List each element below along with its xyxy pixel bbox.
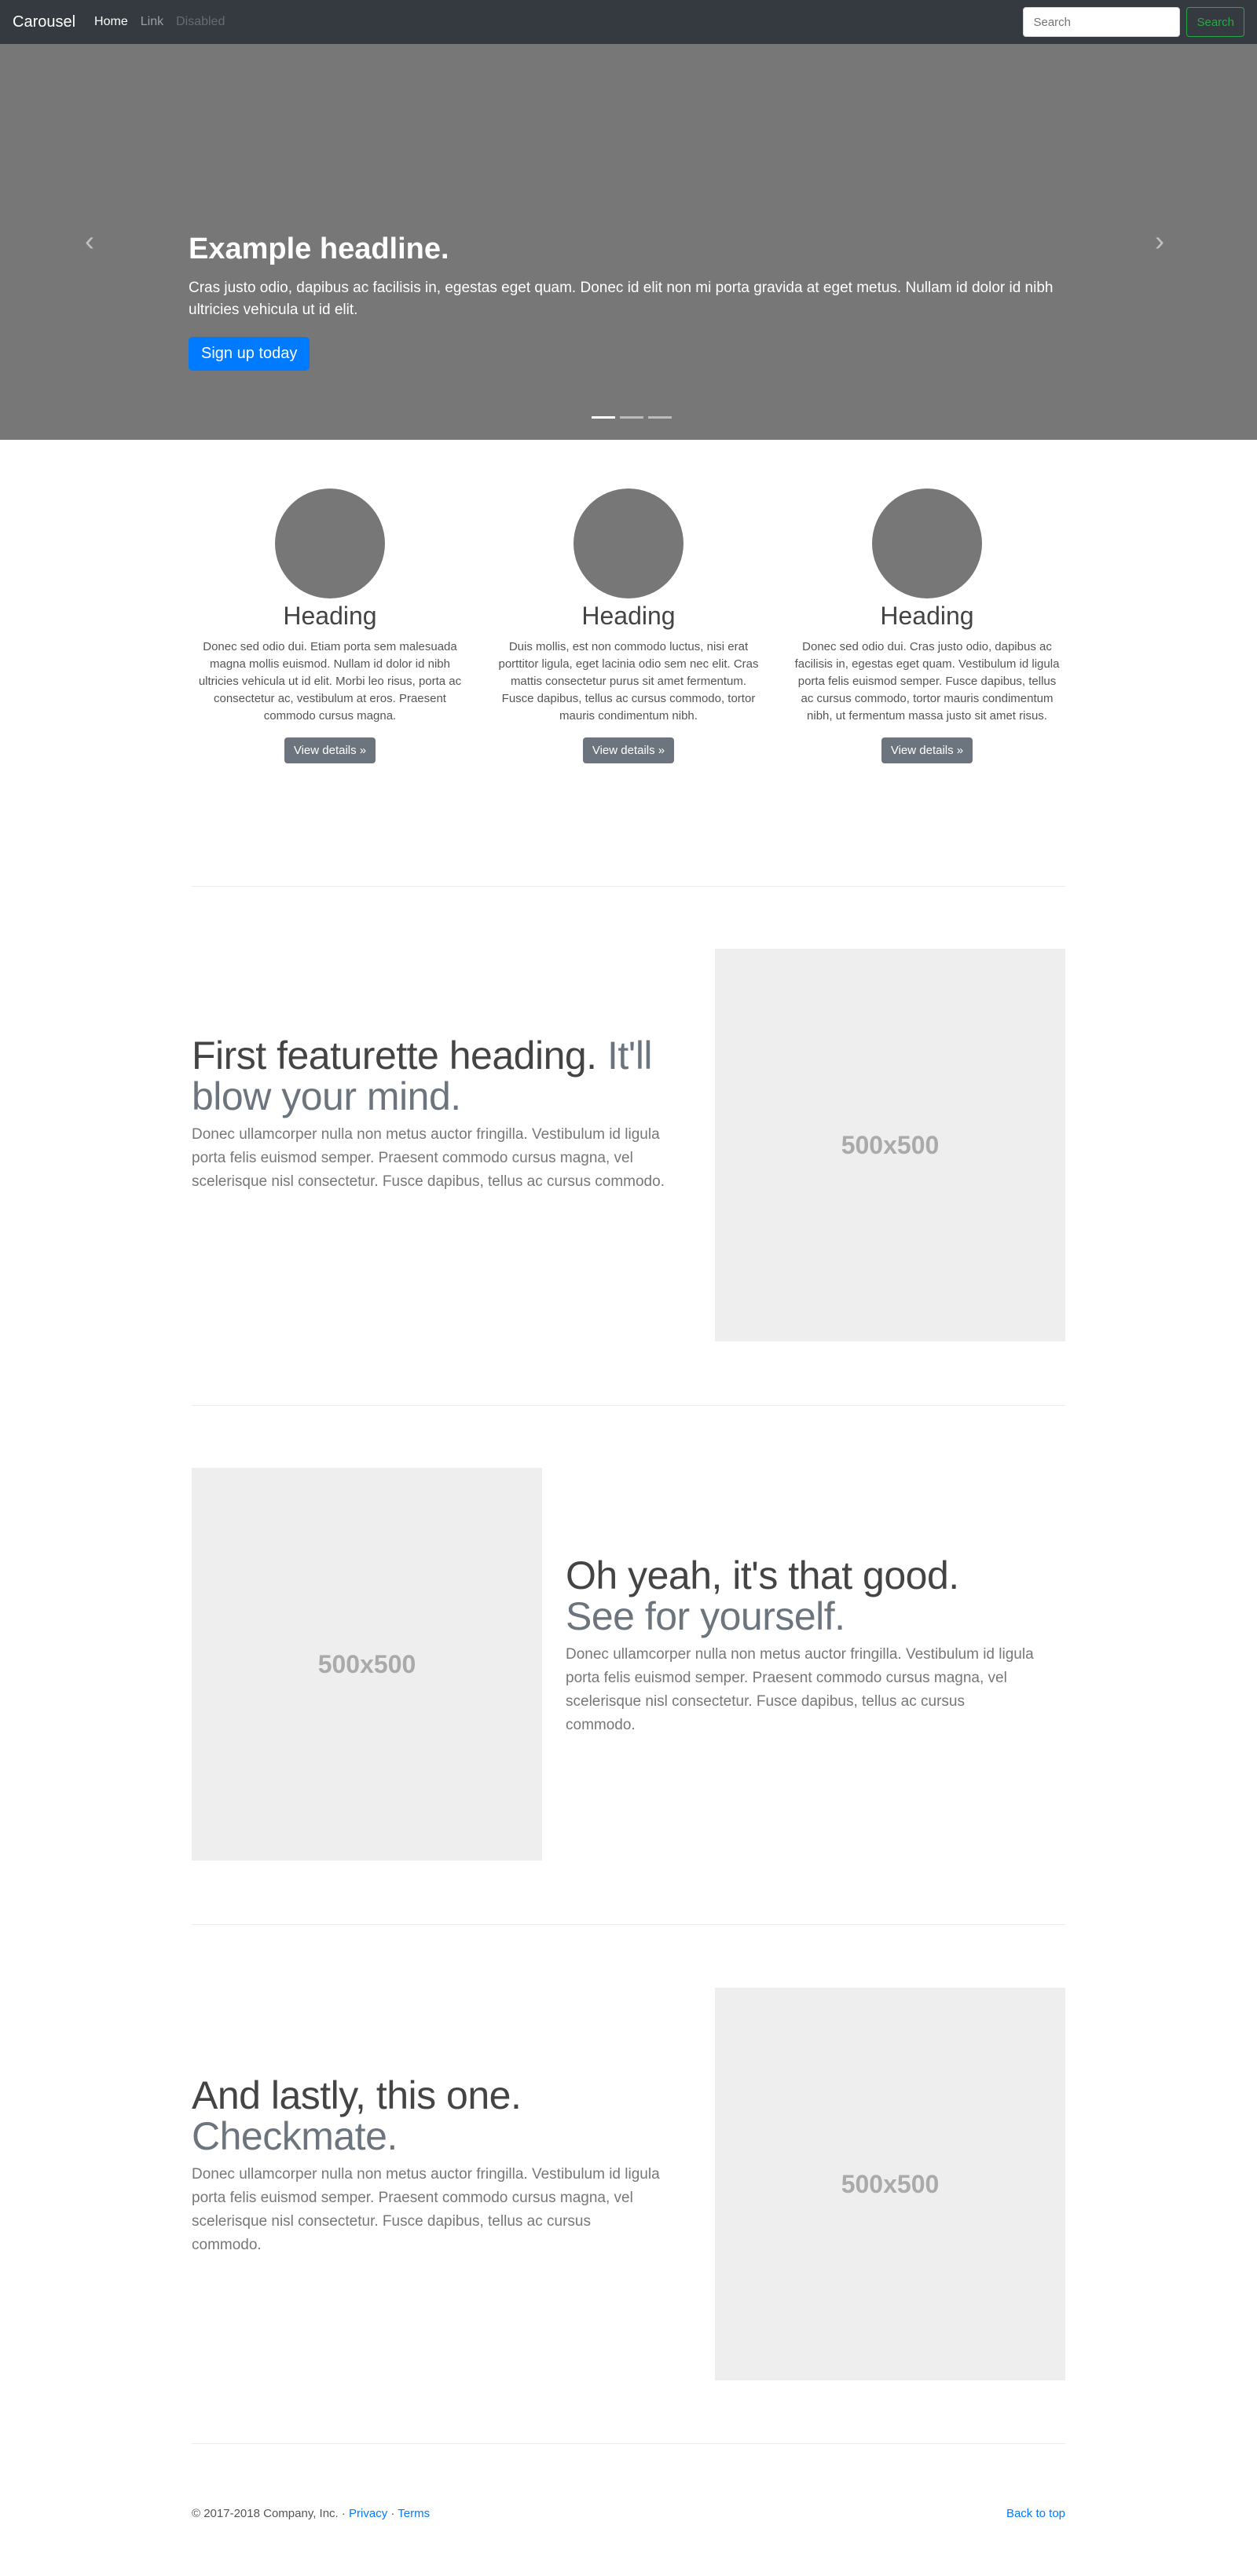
featurette-heading-muted: Checkmate. (192, 2114, 398, 2158)
carousel-indicator-3[interactable] (648, 416, 672, 419)
footer: © 2017-2018 Company, Inc. · Privacy · Te… (192, 2507, 1065, 2520)
circle-placeholder-image (872, 488, 982, 598)
carousel: ‹ › Example headline. Cras justo odio, d… (0, 44, 1257, 440)
featurette-lead: Donec ullamcorper nulla non metus auctor… (192, 1126, 665, 1190)
featurette-divider (192, 886, 1065, 887)
nav-link-disabled: Disabled (176, 15, 225, 28)
circle-placeholder-image (574, 488, 683, 598)
featurette-3-placeholder-image: 500x500 (715, 1988, 1065, 2380)
featurette-heading-main: And lastly, this one. (192, 2073, 522, 2117)
column-text: Donec sed odio dui. Etiam porta sem male… (198, 640, 462, 723)
column-text: Duis mollis, est non commodo luctus, nis… (498, 640, 759, 723)
carousel-indicator-2[interactable] (620, 416, 643, 419)
footer-separator: · (387, 2507, 398, 2520)
marketing-column-3: Heading Donec sed odio dui. Cras justo o… (793, 488, 1061, 763)
featurette-lead: Donec ullamcorper nulla non metus auctor… (192, 2166, 660, 2253)
column-heading: Heading (581, 602, 676, 630)
carousel-headline: Example headline. (189, 232, 449, 265)
featurette-divider (192, 2443, 1065, 2444)
column-heading: Heading (880, 602, 974, 630)
featurette-heading-muted: See for yourself. (566, 1594, 845, 1638)
terms-link[interactable]: Terms (398, 2507, 430, 2520)
view-details-button[interactable]: View details » (881, 737, 973, 763)
featurette-divider (192, 1405, 1065, 1406)
marketing-column-1: Heading Donec sed odio dui. Etiam porta … (196, 488, 464, 763)
carousel-caption: Example headline. Cras justo odio, dapib… (189, 232, 1068, 371)
featurette-heading: First featurette heading. It'll blow you… (192, 1035, 679, 1117)
featurette-heading: Oh yeah, it's that good. See for yoursel… (566, 1555, 1037, 1637)
featurette-heading-main: Oh yeah, it's that good. (566, 1553, 959, 1597)
carousel-indicators (589, 416, 674, 419)
featurette-2-text: Oh yeah, it's that good. See for yoursel… (566, 1555, 1037, 1737)
column-heading: Heading (283, 602, 377, 630)
search-button[interactable]: Search (1186, 7, 1244, 37)
featurette-1-text: First featurette heading. It'll blow you… (192, 1035, 679, 1194)
footer-copyright: © 2017-2018 Company, Inc. · Privacy · Te… (192, 2507, 430, 2520)
back-to-top-link[interactable]: Back to top (1006, 2507, 1065, 2520)
column-text: Donec sed odio dui. Cras justo odio, dap… (794, 640, 1060, 723)
carousel-indicator-1[interactable] (592, 416, 615, 419)
carousel-next-icon[interactable]: › (1155, 225, 1164, 258)
navbar: Carousel Home Link Disabled Search (0, 0, 1257, 44)
featurette-heading: And lastly, this one. Checkmate. (192, 2075, 663, 2157)
search-input[interactable] (1023, 7, 1181, 37)
view-details-button[interactable]: View details » (582, 737, 675, 763)
copyright-text: © 2017-2018 Company, Inc. · (192, 2507, 350, 2520)
view-details-button[interactable]: View details » (284, 737, 376, 763)
carousel-prev-icon[interactable]: ‹ (85, 225, 94, 258)
nav-link-link[interactable]: Link (141, 15, 163, 29)
carousel-text: Cras justo odio, dapibus ac facilisis in… (189, 280, 1054, 318)
privacy-link[interactable]: Privacy (349, 2507, 387, 2520)
signup-button[interactable]: Sign up today (189, 337, 310, 371)
nav-link-home[interactable]: Home (94, 15, 128, 29)
featurette-3-text: And lastly, this one. Checkmate. Donec ul… (192, 2075, 663, 2257)
featurette-2-placeholder-image: 500x500 (192, 1468, 542, 1861)
brand-link[interactable]: Carousel (13, 13, 75, 31)
circle-placeholder-image (275, 488, 385, 598)
featurette-lead: Donec ullamcorper nulla non metus auctor… (566, 1646, 1034, 1733)
featurette-heading-main: First featurette heading. (192, 1034, 597, 1078)
search-form: Search (1023, 7, 1244, 37)
featurette-1-placeholder-image: 500x500 (715, 949, 1065, 1341)
featurette-divider (192, 1924, 1065, 1925)
marketing-column-2: Heading Duis mollis, est non commodo luc… (495, 488, 762, 763)
